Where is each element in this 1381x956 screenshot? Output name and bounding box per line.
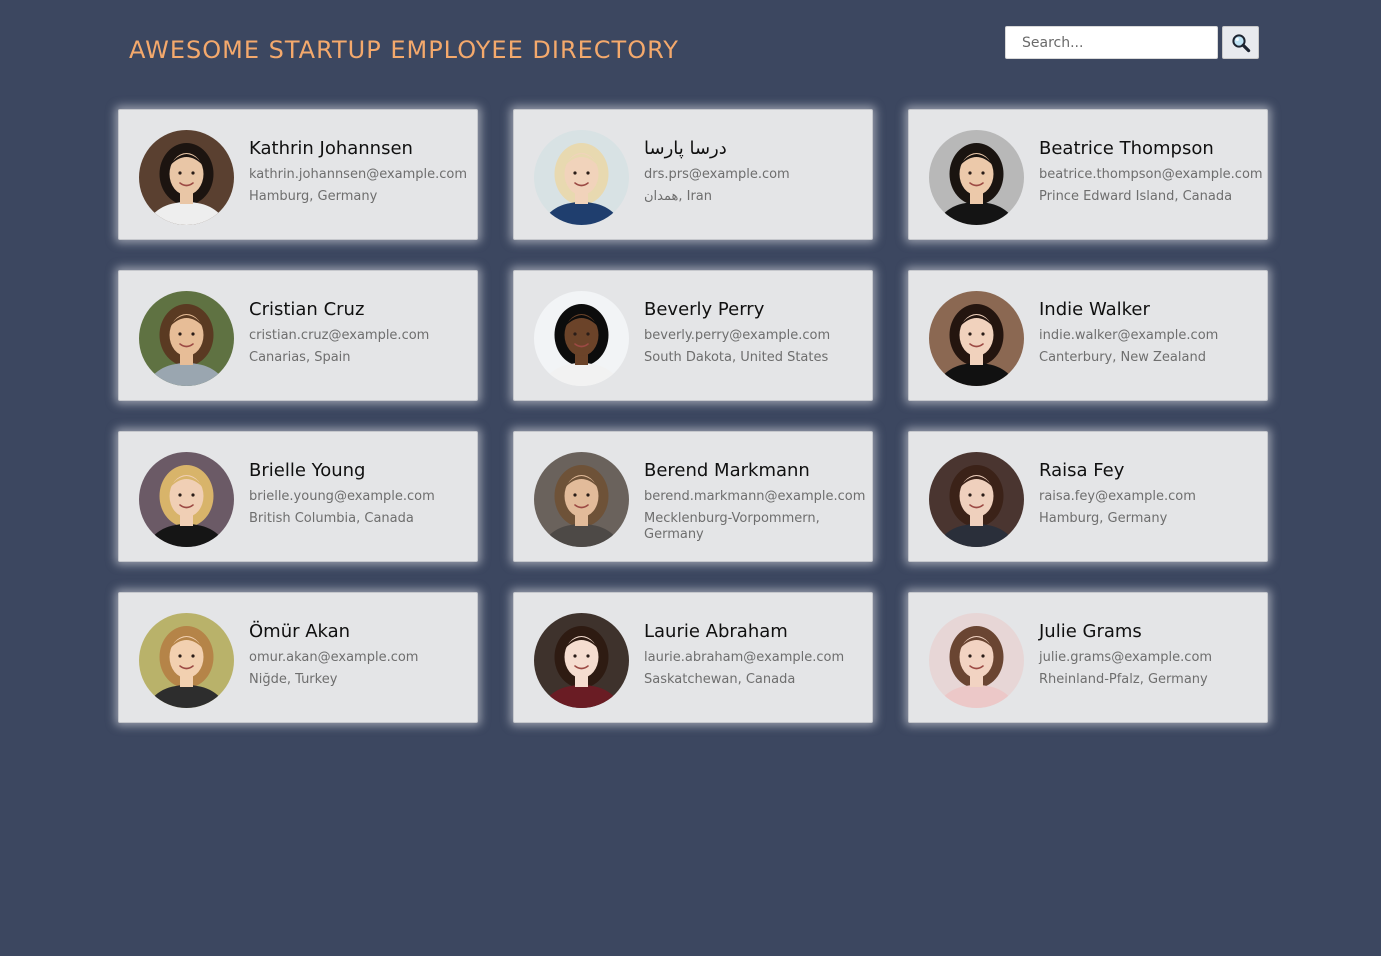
avatar-portrait <box>534 130 629 225</box>
avatar <box>929 613 1024 708</box>
employee-card[interactable]: Berend Markmann berend.markmann@example.… <box>513 431 873 562</box>
avatar <box>139 613 234 708</box>
employee-card[interactable]: Laurie Abraham laurie.abraham@example.co… <box>513 592 873 723</box>
magnifier-icon <box>1232 34 1251 53</box>
avatar <box>139 452 234 547</box>
employee-name: Brielle Young <box>249 460 366 481</box>
employee-location: Canterbury, New Zealand <box>1039 350 1206 365</box>
employee-location: همدان, Iran <box>644 189 713 204</box>
employee-location: South Dakota, United States <box>644 350 829 365</box>
employee-email: cristian.cruz@example.com <box>249 328 430 343</box>
employee-info: Beatrice Thompson beatrice.thompson@exam… <box>1039 136 1263 205</box>
avatar-portrait <box>929 130 1024 225</box>
search-input[interactable] <box>1005 26 1218 59</box>
employee-location: Niğde, Turkey <box>249 672 338 687</box>
avatar-portrait <box>139 452 234 547</box>
employee-card[interactable]: Beatrice Thompson beatrice.thompson@exam… <box>908 109 1268 240</box>
employee-info: Ömür Akan omur.akan@example.com Niğde, T… <box>249 619 471 688</box>
employee-name: Julie Grams <box>1039 621 1142 642</box>
employee-location: British Columbia, Canada <box>249 511 414 526</box>
employee-email: drs.prs@example.com <box>644 167 790 182</box>
employee-email: laurie.abraham@example.com <box>644 650 845 665</box>
employee-info: Beverly Perry beverly.perry@example.com … <box>644 297 866 366</box>
avatar <box>534 291 629 386</box>
avatar-portrait <box>534 291 629 386</box>
employee-info: Laurie Abraham laurie.abraham@example.co… <box>644 619 866 688</box>
employee-location: Rheinland-Pfalz, Germany <box>1039 672 1208 687</box>
employee-name: Beatrice Thompson <box>1039 138 1214 159</box>
employee-email: indie.walker@example.com <box>1039 328 1219 343</box>
employee-card[interactable]: Beverly Perry beverly.perry@example.com … <box>513 270 873 401</box>
employee-info: Berend Markmann berend.markmann@example.… <box>644 458 866 543</box>
employee-info: درسا پارسا drs.prs@example.com همدان, Ir… <box>644 136 866 205</box>
employee-location: Hamburg, Germany <box>249 189 378 204</box>
employee-email: julie.grams@example.com <box>1039 650 1213 665</box>
employee-email: beatrice.thompson@example.com <box>1039 167 1263 182</box>
employee-info: Kathrin Johannsen kathrin.johannsen@exam… <box>249 136 471 205</box>
avatar <box>534 613 629 708</box>
page-title: AWESOME STARTUP EMPLOYEE DIRECTORY <box>129 36 679 64</box>
employee-location: Canarias, Spain <box>249 350 351 365</box>
employee-card[interactable]: Brielle Young brielle.young@example.com … <box>118 431 478 562</box>
employee-card[interactable]: Raisa Fey raisa.fey@example.com Hamburg,… <box>908 431 1268 562</box>
avatar <box>929 130 1024 225</box>
page-header: AWESOME STARTUP EMPLOYEE DIRECTORY <box>0 0 1381 90</box>
employee-name: درسا پارسا <box>644 138 727 159</box>
employee-card[interactable]: Indie Walker indie.walker@example.com Ca… <box>908 270 1268 401</box>
avatar <box>534 130 629 225</box>
employee-name: Ömür Akan <box>249 621 351 642</box>
avatar-portrait <box>929 291 1024 386</box>
employee-name: Berend Markmann <box>644 460 810 481</box>
avatar-portrait <box>139 613 234 708</box>
avatar-portrait <box>534 613 629 708</box>
employee-name: Kathrin Johannsen <box>249 138 413 159</box>
employee-gallery: Kathrin Johannsen kathrin.johannsen@exam… <box>118 109 1268 723</box>
employee-location: Hamburg, Germany <box>1039 511 1168 526</box>
search-form <box>1005 26 1259 59</box>
employee-email: kathrin.johannsen@example.com <box>249 167 468 182</box>
employee-name: Beverly Perry <box>644 299 765 320</box>
employee-info: Indie Walker indie.walker@example.com Ca… <box>1039 297 1261 366</box>
avatar-portrait <box>139 291 234 386</box>
employee-info: Julie Grams julie.grams@example.com Rhei… <box>1039 619 1261 688</box>
avatar <box>534 452 629 547</box>
employee-location: Mecklenburg-Vorpommern, Germany <box>644 511 820 542</box>
employee-card[interactable]: Kathrin Johannsen kathrin.johannsen@exam… <box>118 109 478 240</box>
employee-name: Raisa Fey <box>1039 460 1125 481</box>
employee-email: brielle.young@example.com <box>249 489 435 504</box>
employee-card[interactable]: درسا پارسا drs.prs@example.com همدان, Ir… <box>513 109 873 240</box>
employee-info: Brielle Young brielle.young@example.com … <box>249 458 471 527</box>
avatar-portrait <box>139 130 234 225</box>
employee-info: Cristian Cruz cristian.cruz@example.com … <box>249 297 471 366</box>
employee-location: Saskatchewan, Canada <box>644 672 796 687</box>
avatar <box>139 130 234 225</box>
employee-email: raisa.fey@example.com <box>1039 489 1196 504</box>
avatar <box>929 291 1024 386</box>
employee-email: beverly.perry@example.com <box>644 328 831 343</box>
search-button[interactable] <box>1222 26 1259 59</box>
employee-info: Raisa Fey raisa.fey@example.com Hamburg,… <box>1039 458 1261 527</box>
employee-name: Indie Walker <box>1039 299 1150 320</box>
employee-name: Cristian Cruz <box>249 299 365 320</box>
avatar-portrait <box>929 613 1024 708</box>
employee-card[interactable]: Julie Grams julie.grams@example.com Rhei… <box>908 592 1268 723</box>
employee-name: Laurie Abraham <box>644 621 788 642</box>
employee-card[interactable]: Ömür Akan omur.akan@example.com Niğde, T… <box>118 592 478 723</box>
avatar <box>929 452 1024 547</box>
avatar-portrait <box>534 452 629 547</box>
avatar <box>139 291 234 386</box>
employee-email: omur.akan@example.com <box>249 650 419 665</box>
employee-location: Prince Edward Island, Canada <box>1039 189 1233 204</box>
employee-email: berend.markmann@example.com <box>644 489 866 504</box>
avatar-portrait <box>929 452 1024 547</box>
employee-card[interactable]: Cristian Cruz cristian.cruz@example.com … <box>118 270 478 401</box>
